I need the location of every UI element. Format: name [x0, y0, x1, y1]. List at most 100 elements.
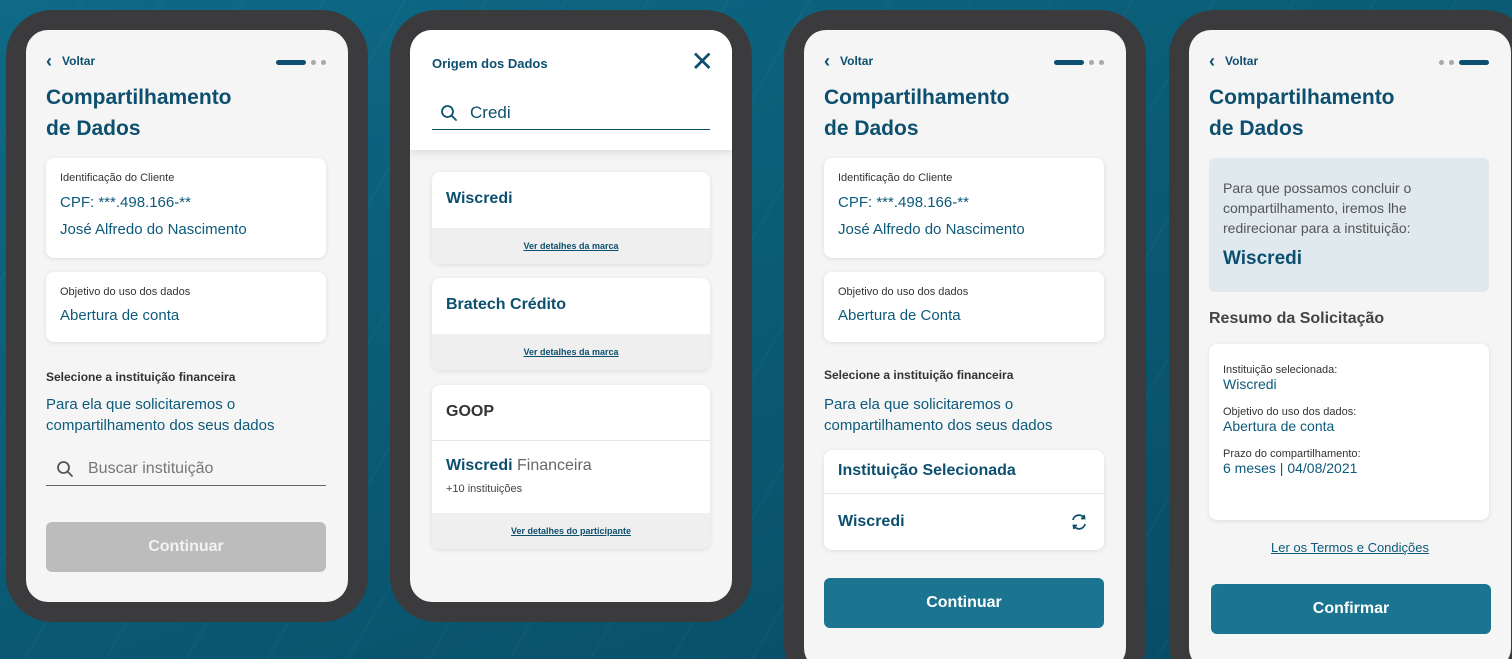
group-name: GOOP [432, 385, 710, 441]
selected-institution-title: Instituição Selecionada [824, 450, 1104, 494]
institution-search-input[interactable]: Buscar instituição [46, 452, 326, 486]
client-card-label: Identificação do Cliente [60, 172, 175, 184]
step-indicator [1439, 60, 1489, 65]
back-label: Voltar [62, 54, 96, 68]
chevron-left-icon: ‹ [1209, 51, 1215, 71]
client-card: Identificação do Cliente CPF: ***.498.16… [46, 158, 326, 258]
search-value: Credi [470, 102, 511, 122]
confirm-button[interactable]: Confirmar [1211, 584, 1491, 634]
client-name: José Alfredo do Nascimento [838, 221, 1025, 238]
redirect-info-line-1: Para que possamos concluir o [1223, 180, 1412, 196]
redirect-institution: Wiscredi [1223, 248, 1303, 269]
page-title: Compartilhamento de Dados [824, 82, 1084, 144]
chevron-left-icon: ‹ [824, 51, 830, 71]
back-button[interactable]: ‹ Voltar [1209, 52, 1258, 70]
search-icon [440, 104, 458, 122]
result-card-bratech[interactable]: Bratech Crédito Ver detalhes da marca [432, 278, 710, 370]
client-cpf: CPF: ***.498.166-** [60, 194, 191, 211]
client-cpf: CPF: ***.498.166-** [838, 194, 969, 211]
objective-card: Objetivo do uso dos dados Abertura de Co… [824, 272, 1104, 342]
brand-name: Bratech Crédito [446, 296, 567, 313]
objective-card-label: Objetivo do uso dos dados [838, 286, 969, 298]
result-card-goop[interactable]: GOOP Wiscredi Financeira +10 instituiçõe… [432, 385, 710, 549]
objective-value: Abertura de conta [60, 307, 180, 324]
brand-details-link[interactable]: Ver detalhes da marca [432, 334, 710, 370]
page-title: Compartilhamento de Dados [1209, 82, 1469, 144]
result-card-wiscredi[interactable]: Wiscredi Ver detalhes da marca [432, 172, 710, 264]
select-desc-line-1: Para ela que solicitaremos o [46, 396, 236, 413]
close-icon[interactable]: ✕ [691, 48, 714, 76]
page-title: Compartilhamento de Dados [46, 82, 306, 144]
back-label: Voltar [840, 54, 874, 68]
screen-3: ‹ Voltar Compartilhamento de Dados Ident… [804, 30, 1126, 659]
group-brand-name: Wiscredi [446, 457, 513, 474]
step-1 [1439, 60, 1444, 65]
step-1-active [1054, 60, 1084, 65]
phone-screen-1: ‹ Voltar Compartilhamento de Dados Ident… [6, 10, 368, 622]
screen-2: Origem dos Dados ✕ Credi Wiscredi Ver de… [410, 30, 732, 602]
select-desc-line-2: compartilhamento dos seus dados [824, 417, 1053, 434]
chevron-left-icon: ‹ [46, 51, 52, 71]
select-institution-label: Selecione a instituição financeira [824, 368, 1014, 382]
page-title-line-2: de Dados [824, 117, 919, 140]
phone-screen-4: ‹ Voltar Compartilhamento de Dados Para … [1169, 10, 1512, 659]
redirect-info-box: Para que possamos concluir o compartilha… [1209, 158, 1489, 292]
selected-institution-card: Instituição Selecionada Wiscredi [824, 450, 1104, 550]
select-institution-description: Para ela que solicitaremos o compartilha… [824, 394, 1114, 436]
step-indicator [1054, 60, 1104, 65]
swap-icon[interactable] [1070, 513, 1088, 531]
step-indicator [276, 60, 326, 65]
summary-card: Instituição selecionada: Wiscredi Objeti… [1209, 344, 1489, 520]
select-institution-description: Para ela que solicitaremos o compartilha… [46, 394, 336, 436]
objective-card: Objetivo do uso dos dados Abertura de co… [46, 272, 326, 342]
search-icon [56, 460, 74, 478]
back-button[interactable]: ‹ Voltar [824, 52, 873, 70]
screen-4: ‹ Voltar Compartilhamento de Dados Para … [1189, 30, 1511, 659]
client-card-label: Identificação do Cliente [838, 172, 953, 184]
step-3 [321, 60, 326, 65]
phone-screen-3: ‹ Voltar Compartilhamento de Dados Ident… [784, 10, 1146, 659]
data-origin-title: Origem dos Dados [432, 56, 548, 71]
step-3-active [1459, 60, 1489, 65]
page-title-line-2: de Dados [46, 117, 141, 140]
brand-name: Wiscredi [446, 190, 513, 207]
screen-1: ‹ Voltar Compartilhamento de Dados Ident… [26, 30, 348, 602]
continue-button[interactable]: Continuar [824, 578, 1104, 628]
summary-institution-value: Wiscredi [1223, 376, 1277, 392]
group-brand: Wiscredi Financeira +10 instituições [432, 441, 710, 513]
select-desc-line-1: Para ela que solicitaremos o [824, 396, 1014, 413]
page-title-line-1: Compartilhamento [824, 86, 1010, 109]
client-name: José Alfredo do Nascimento [60, 221, 247, 238]
back-label: Voltar [1225, 54, 1259, 68]
summary-objective-value: Abertura de conta [1223, 418, 1335, 434]
continue-button-disabled[interactable]: Continuar [46, 522, 326, 572]
step-2 [1449, 60, 1454, 65]
selected-institution-value: Wiscredi [838, 513, 905, 530]
group-institution-count: +10 instituições [446, 483, 523, 495]
page-title-line-1: Compartilhamento [46, 86, 232, 109]
group-brand-suffix: Financeira [517, 457, 592, 474]
brand-details-link[interactable]: Ver detalhes da marca [432, 228, 710, 264]
back-button[interactable]: ‹ Voltar [46, 52, 95, 70]
participant-details-link[interactable]: Ver detalhes do participante [432, 513, 710, 549]
redirect-info-line-3: redirecionar para a instituição: [1223, 220, 1411, 236]
institution-search-field[interactable]: Credi [432, 96, 710, 130]
summary-objective-label: Objetivo do uso dos dados: [1223, 406, 1357, 418]
objective-value: Abertura de Conta [838, 307, 961, 324]
select-institution-label: Selecione a instituição financeira [46, 370, 236, 384]
summary-title: Resumo da Solicitação [1209, 310, 1385, 327]
client-card: Identificação do Cliente CPF: ***.498.16… [824, 158, 1104, 258]
search-header: Origem dos Dados ✕ Credi [410, 30, 732, 150]
step-1-active [276, 60, 306, 65]
step-2 [311, 60, 316, 65]
objective-card-label: Objetivo do uso dos dados [60, 286, 191, 298]
terms-link[interactable]: Ler os Termos e Condições [1189, 540, 1511, 555]
page-title-line-2: de Dados [1209, 117, 1304, 140]
redirect-info-line-2: compartilhamento, iremos lhe [1223, 200, 1407, 216]
step-3 [1099, 60, 1104, 65]
page-title-line-1: Compartilhamento [1209, 86, 1395, 109]
summary-term-label: Prazo do compartilhamento: [1223, 448, 1361, 460]
select-desc-line-2: compartilhamento dos seus dados [46, 417, 275, 434]
summary-institution-label: Instituição selecionada: [1223, 364, 1338, 376]
phone-screen-2: Origem dos Dados ✕ Credi Wiscredi Ver de… [390, 10, 752, 622]
